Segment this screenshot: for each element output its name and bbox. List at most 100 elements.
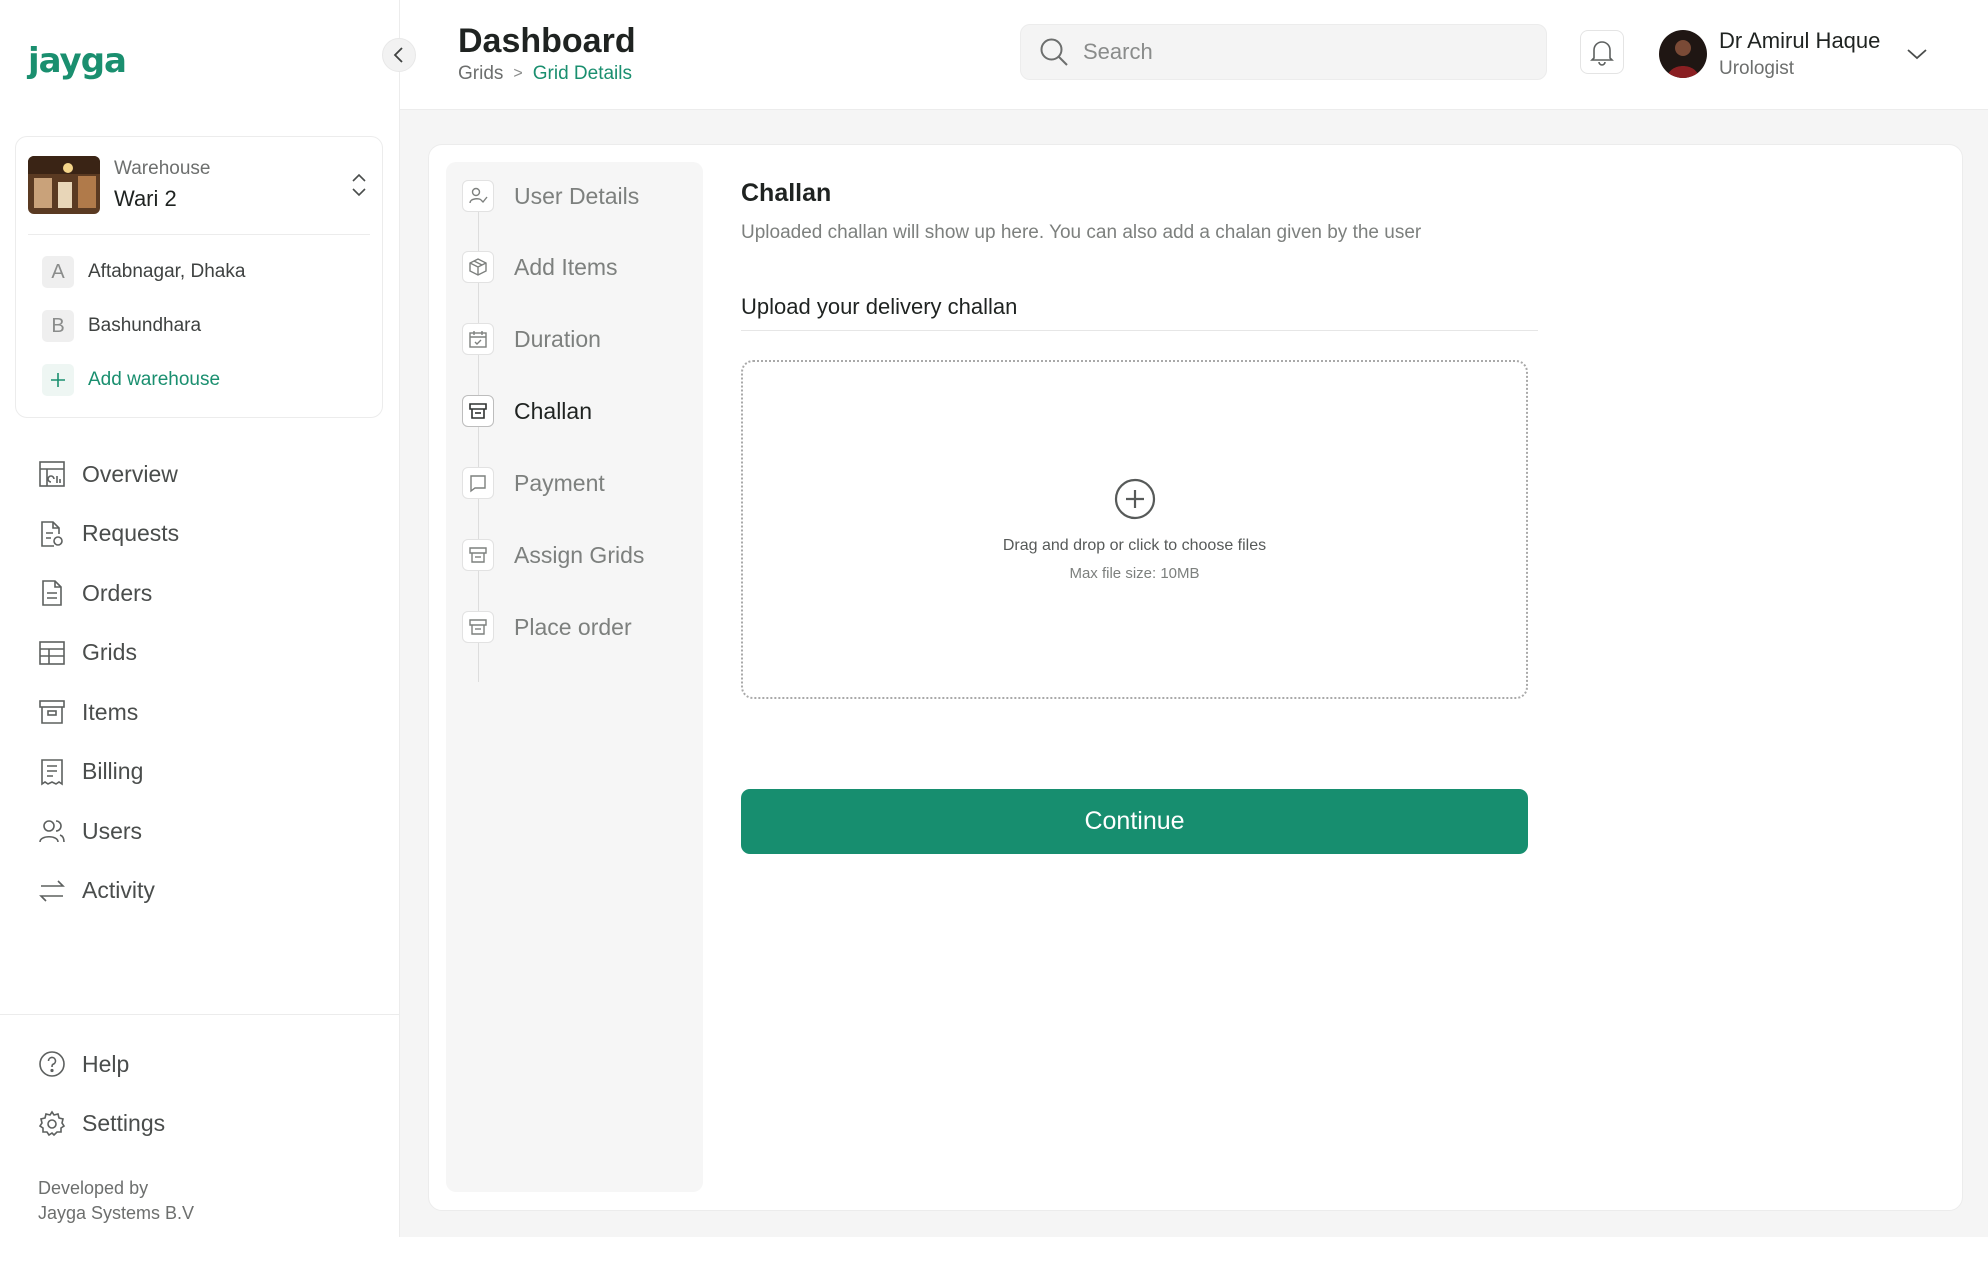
warehouse-selector[interactable]: Warehouse Wari 2 — [28, 149, 370, 221]
step-payment[interactable]: Payment — [462, 463, 605, 503]
nav-item-help[interactable]: Help — [36, 1042, 165, 1086]
warehouse-name: Wari 2 — [114, 186, 177, 211]
warehouse-item-bashundhara[interactable]: B Bashundhara — [42, 309, 201, 343]
dropzone-text: Drag and drop or click to choose files — [1002, 537, 1267, 554]
billing-icon — [36, 756, 68, 788]
box-icon — [462, 251, 494, 283]
step-label: Challan — [514, 397, 592, 424]
warehouse-item-label: Bashundhara — [88, 315, 202, 336]
step-assign-grids[interactable]: Assign Grids — [462, 535, 644, 575]
step-label: User Details — [514, 182, 640, 209]
warehouse-letter-badge: B — [42, 310, 74, 342]
nav-label: Billing — [82, 758, 144, 784]
nav-item-users[interactable]: Users — [36, 809, 179, 853]
step-label: Place order — [514, 613, 632, 640]
breadcrumb: Grids > Grid Details — [458, 63, 632, 85]
continue-button[interactable]: Continue — [741, 789, 1528, 854]
nav-item-grids[interactable]: Grids — [36, 631, 179, 675]
main-content: User Details Add Items Duration Challan — [400, 110, 1988, 1237]
plus-icon — [42, 364, 74, 396]
warehouse-divider — [28, 234, 370, 235]
add-circle-icon — [1114, 478, 1155, 520]
main-nav: Overview Requests Orders Grids Items Bil… — [36, 452, 179, 928]
search-icon — [1040, 38, 1068, 66]
store-icon — [462, 539, 494, 571]
dropzone-size-hint: Max file size: 10MB — [1069, 565, 1200, 582]
nav-label: Items — [82, 698, 139, 725]
developer-credit: Developed by Jayga Systems B.V — [38, 1176, 194, 1226]
jayga-logo[interactable]: jayga — [28, 38, 127, 84]
orders-icon — [36, 577, 68, 609]
step-label: Duration — [514, 325, 601, 352]
step-challan[interactable]: Challan — [462, 391, 592, 431]
nav-label: Requests — [82, 520, 180, 546]
warehouse-letter-badge: A — [42, 256, 74, 288]
nav-label: Users — [82, 817, 143, 844]
overview-icon — [36, 458, 68, 490]
nav-label: Settings — [82, 1110, 166, 1136]
search-input[interactable] — [1083, 39, 1503, 65]
breadcrumb-grid-details[interactable]: Grid Details — [533, 63, 632, 85]
warehouse-caption: Warehouse — [114, 158, 211, 179]
developer-credit-line2: Jayga Systems B.V — [38, 1203, 195, 1223]
nav-item-requests[interactable]: Requests — [36, 512, 179, 556]
items-icon — [36, 696, 68, 728]
step-label: Add Items — [514, 253, 618, 280]
breadcrumb-separator-icon: > — [513, 65, 523, 82]
search-bar[interactable] — [1020, 24, 1547, 80]
sidebar: jayga Warehouse Wari 2 A Aftabnagar, Dha… — [0, 0, 400, 1237]
top-header: Dashboard Grids > Grid Details Dr Amirul… — [400, 0, 1988, 110]
add-warehouse-label: Add warehouse — [88, 369, 221, 390]
calendar-icon — [462, 323, 494, 355]
chevron-down-icon — [1907, 49, 1927, 60]
step-label: Payment — [514, 469, 605, 496]
nav-item-activity[interactable]: Activity — [36, 869, 179, 913]
user-check-icon — [462, 180, 494, 212]
notifications-button[interactable] — [1580, 30, 1624, 74]
help-icon — [36, 1048, 68, 1080]
section-title: Challan — [741, 179, 832, 207]
nav-label: Help — [82, 1050, 130, 1077]
payment-icon — [462, 467, 494, 499]
collapse-sidebar-button[interactable] — [382, 38, 416, 72]
warehouse-switch-icon[interactable] — [348, 165, 370, 205]
bottom-nav: Help Settings — [36, 1042, 165, 1161]
step-duration[interactable]: Duration — [462, 319, 601, 359]
breadcrumb-grids[interactable]: Grids — [458, 63, 503, 85]
nav-label: Overview — [82, 460, 178, 487]
nav-label: Activity — [82, 877, 155, 903]
requests-icon — [36, 518, 68, 550]
gear-icon — [36, 1108, 68, 1140]
nav-item-overview[interactable]: Overview — [36, 452, 179, 496]
users-icon — [36, 815, 68, 847]
page-title: Dashboard — [458, 22, 636, 60]
upload-title: Upload your delivery challan — [741, 294, 1018, 319]
step-user-details[interactable]: User Details — [462, 176, 639, 216]
user-menu[interactable]: Dr Amirul Haque Urologist — [1659, 28, 1928, 80]
avatar — [1659, 30, 1707, 78]
user-role: Urologist — [1719, 58, 1794, 79]
store-icon — [462, 611, 494, 643]
step-place-order[interactable]: Place order — [462, 607, 632, 647]
developer-credit-line1: Developed by — [38, 1178, 149, 1198]
nav-item-orders[interactable]: Orders — [36, 571, 179, 615]
grid-details-card: User Details Add Items Duration Challan — [428, 144, 1963, 1211]
warehouse-item-label: Aftabnagar, Dhaka — [88, 261, 246, 282]
add-warehouse-button[interactable]: Add warehouse — [42, 363, 220, 397]
nav-item-billing[interactable]: Billing — [36, 750, 179, 794]
store-icon — [462, 395, 494, 427]
warehouse-item-aftabnagar[interactable]: A Aftabnagar, Dhaka — [42, 255, 245, 289]
nav-item-items[interactable]: Items — [36, 690, 179, 734]
nav-label: Orders — [82, 579, 153, 606]
steps-panel: User Details Add Items Duration Challan — [446, 162, 703, 1192]
sidebar-divider — [0, 1014, 400, 1015]
warehouse-thumbnail — [28, 156, 100, 214]
logo-text: jayga — [28, 41, 127, 81]
step-add-items[interactable]: Add Items — [462, 247, 618, 287]
file-dropzone[interactable]: Drag and drop or click to choose files M… — [741, 360, 1528, 699]
section-description: Uploaded challan will show up here. You … — [741, 222, 1422, 243]
upload-divider — [741, 330, 1538, 331]
challan-section: Challan Uploaded challan will show up he… — [741, 179, 1538, 854]
grids-icon — [36, 637, 68, 669]
nav-item-settings[interactable]: Settings — [36, 1102, 165, 1146]
